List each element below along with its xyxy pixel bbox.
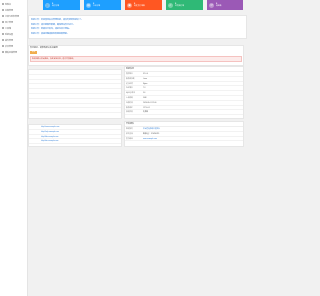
cart-icon: 🛒 xyxy=(45,2,50,8)
stat-card-pending-pay[interactable]: 🛒 0 待付订单 xyxy=(43,0,80,10)
member-icon xyxy=(2,45,4,47)
row-value: Linux xyxy=(143,77,148,80)
check-icon: ✓ xyxy=(168,2,173,8)
security-alert-panel: 安全提示 - 请修改默认后台路径 安全 检测到默认后台路径，存在安全风险，建议尽… xyxy=(28,45,244,66)
left-info-panel xyxy=(28,69,122,119)
content-icon xyxy=(2,9,4,11)
notice-link[interactable]: 系统公告：如遇问题请联系客服获取帮助。 xyxy=(31,33,69,35)
main-content: 🛒 0 待付订单 ▤ 0 今日订单 ▣ 0 待发货订单数 ✓ 0 已完成订单 ↺ 0 待退… xyxy=(28,0,247,296)
sidebar-item-label: 系统设置 xyxy=(5,33,14,36)
row-link[interactable]: www.example.com xyxy=(143,137,157,141)
status-badge: 安全 xyxy=(30,51,38,54)
row-key: 服务器系统 xyxy=(126,77,135,80)
sidebar-item-themes[interactable]: 模板风格管理 xyxy=(0,49,27,55)
row-value: 50M xyxy=(143,96,147,99)
stat-card-refund[interactable]: ↺ 0 待退款 xyxy=(207,0,243,10)
sidebar-item-label: 用户管理 xyxy=(5,21,14,24)
sidebar-item-label: 插件管理 xyxy=(5,39,14,42)
stat-card-today-orders[interactable]: ▤ 0 今日订单 xyxy=(84,0,121,10)
stat-label: 今日订单 xyxy=(93,5,101,7)
stat-card-to-ship[interactable]: ▣ 0 待发货订单数 xyxy=(125,0,162,10)
orders-icon xyxy=(2,15,4,17)
sidebar-item-label: 控制台 xyxy=(5,3,12,6)
row-key: 版权所有 xyxy=(126,128,133,130)
table-row: 官方网站 www.example.com xyxy=(125,137,243,142)
row-key: 官方网站 xyxy=(126,137,133,140)
row-value: Nginx xyxy=(143,82,148,85)
row-link[interactable]: 后台管理系统开发团队 xyxy=(143,127,160,131)
plugin-icon xyxy=(2,39,4,41)
system-info-panel: 系统信息 程序版本 V1.0.0 服务器系统 Linux 运行环境 Nginx PHP… xyxy=(124,66,244,119)
row-key: PHP版本 xyxy=(126,87,133,90)
doc-icon: ▤ xyxy=(86,2,91,8)
row-value: 5.6 xyxy=(143,92,146,95)
sidebar-item-label: 会员管理 xyxy=(5,45,14,48)
stats-bar: 🛒 0 待付订单 ▤ 0 今日订单 ▣ 0 待发货订单数 ✓ 0 已完成订单 ↺ 0 待退… xyxy=(28,0,247,11)
users-icon xyxy=(2,21,4,23)
row-key: 授权状态 xyxy=(126,111,133,114)
sidebar-item-label: 模板风格管理 xyxy=(5,51,18,54)
row-key: 运行环境 xyxy=(126,82,133,85)
stat-label: 待退款 xyxy=(216,5,222,7)
row-key: 服务器IP xyxy=(126,106,133,109)
stat-label: 待付订单 xyxy=(52,5,60,7)
dashboard-icon xyxy=(2,3,4,5)
alert-title: 安全提示 - 请修改默认后台路径 xyxy=(30,47,58,49)
row-value: 免费版 xyxy=(143,111,149,114)
team-info-panel: 开发团队 版权所有 后台管理系统开发团队 技术支持 客服QQ：123456789 官… xyxy=(124,121,244,147)
row-key: MySQL版本 xyxy=(126,92,136,95)
sidebar: 控制台 内容管理 订单与财务管理 用户管理 工具箱 系统设置 插件管理 会员管理… xyxy=(0,0,28,296)
stat-card-completed[interactable]: ✓ 0 已完成订单 xyxy=(166,0,203,10)
stat-label: 已完成订单 xyxy=(175,5,184,7)
tools-icon xyxy=(2,27,4,29)
gear-icon xyxy=(2,33,4,35)
list-item xyxy=(29,108,121,114)
links-panel: http://www.example.com http://help.examp… xyxy=(28,124,122,147)
row-key: 程序版本 xyxy=(126,73,133,75)
notice-link[interactable]: 系统公告：请定期备份数据，确保网站安全运行。 xyxy=(31,24,75,26)
truck-icon: ▣ xyxy=(127,2,132,8)
notice-link[interactable]: 系统公告：新版本已发布，请前往官方查看。 xyxy=(31,28,71,30)
row-value: 2024-01-01 12:00 xyxy=(143,101,157,104)
theme-icon xyxy=(2,51,4,53)
alert-warning: 检测到默认后台路径，存在安全风险，建议尽快修改。 xyxy=(30,56,242,62)
row-value: 127.0.0.1 xyxy=(143,106,151,109)
row-key: 上传限制 xyxy=(126,96,133,99)
stat-label: 待发货订单数 xyxy=(134,5,145,7)
table-row: 授权状态 免费版 xyxy=(125,110,243,116)
row-key: 当前时间 xyxy=(126,101,133,104)
notice-panel: 系统公告：欢迎使用后台管理系统，请及时更新系统补丁。 系统公告：请定期备份数据，… xyxy=(28,15,247,39)
sidebar-item-label: 内容管理 xyxy=(5,9,14,12)
notice-item[interactable]: 系统公告：如遇问题请联系客服获取帮助。 xyxy=(31,32,244,37)
sidebar-item-label: 订单与财务管理 xyxy=(5,15,20,18)
refund-icon: ↺ xyxy=(209,2,214,8)
row-value: 客服QQ：123456789 xyxy=(143,132,160,135)
sidebar-item-label: 工具箱 xyxy=(5,27,12,30)
notice-link[interactable]: 系统公告：欢迎使用后台管理系统，请及时更新系统补丁。 xyxy=(31,19,83,21)
row-value: V1.0.0 xyxy=(143,73,148,75)
external-link[interactable]: http://doc.example.com xyxy=(29,139,121,145)
row-value: 7.3 xyxy=(143,87,146,90)
row-key: 技术支持 xyxy=(126,132,133,135)
